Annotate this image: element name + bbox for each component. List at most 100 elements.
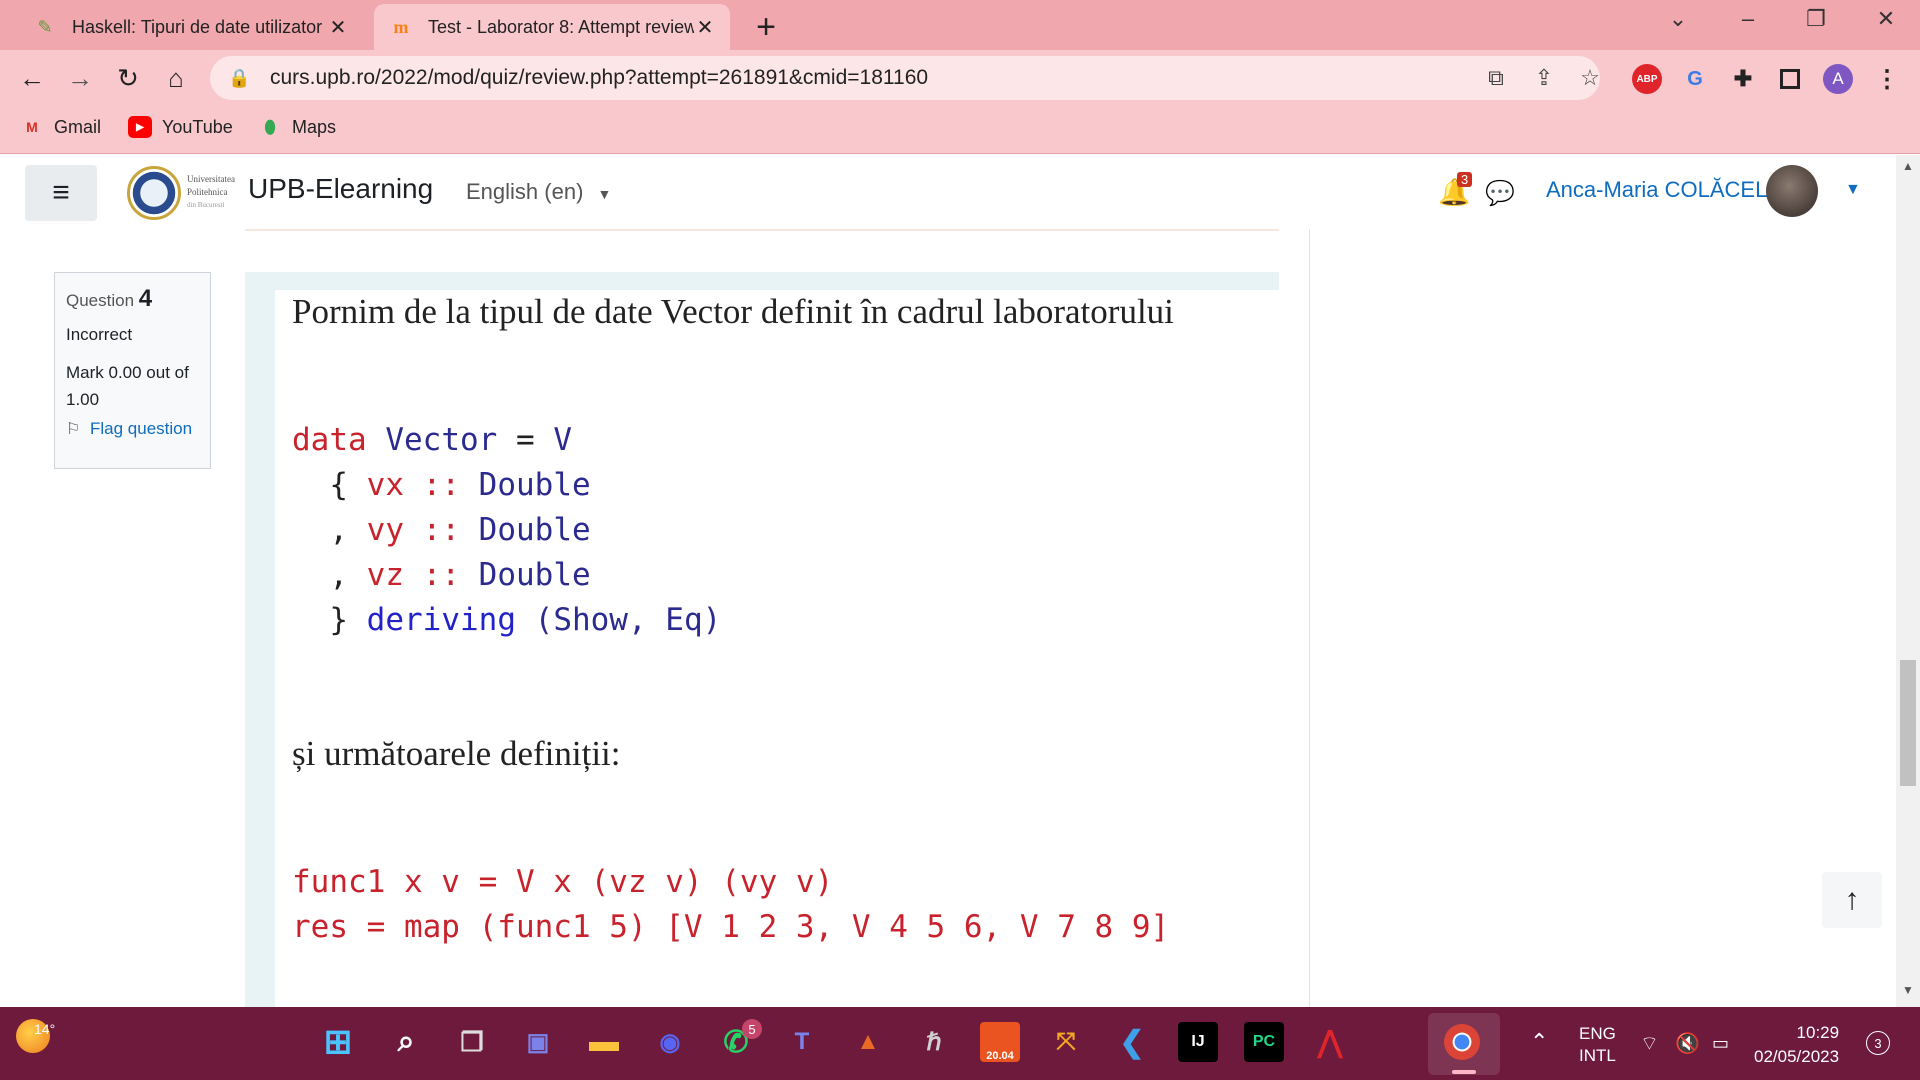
code-line: { vx :: Double (292, 467, 590, 503)
close-window-button[interactable]: ✕ (1866, 6, 1906, 32)
user-avatar[interactable] (1766, 165, 1818, 217)
language-label: English (en) (466, 179, 584, 204)
bookmark-label: YouTube (162, 116, 233, 137)
address-bar[interactable]: 🔒 curs.upb.ro/2022/mod/quiz/review.php?a… (210, 56, 1600, 100)
close-icon[interactable]: ✕ (327, 15, 349, 40)
reload-button[interactable]: ↻ (110, 60, 146, 96)
gitkraken-icon[interactable]: ℏ (914, 1022, 954, 1062)
previous-question-bottom (245, 229, 1279, 231)
moodle-icon: m (393, 16, 409, 37)
tab-title: Haskell: Tipuri de date utilizator | (72, 16, 327, 37)
user-name[interactable]: Anca-Maria COLĂCEL (1546, 177, 1767, 203)
moodle-navbar: ≡ Universitatea Politehnica din Bucurest… (0, 155, 1896, 229)
bookmark-youtube[interactable]: ▶ YouTube (128, 116, 233, 138)
show-hidden-icons-chevron[interactable]: ⌃ (1530, 1029, 1548, 1055)
punct: , (329, 557, 348, 593)
code-line: } deriving (Show, Eq) (292, 602, 721, 638)
lock-icon: 🔒 (228, 67, 251, 88)
tab-quiz-review[interactable]: m Test - Laborator 8: Attempt review ✕ (374, 4, 730, 50)
logo-line: Universitatea (187, 174, 235, 184)
task-view-icon[interactable]: ❐ (452, 1022, 492, 1062)
close-icon[interactable]: ✕ (694, 15, 716, 40)
bookmark-star-icon[interactable]: ☆ (1576, 64, 1604, 92)
pycharm-icon[interactable]: PC (1244, 1022, 1284, 1062)
windows-start-icon[interactable]: ⊞ (318, 1022, 358, 1062)
punct: , (329, 512, 348, 548)
scroll-thumb[interactable] (1900, 660, 1916, 786)
minimize-button[interactable]: – (1728, 6, 1768, 32)
new-tab-button[interactable]: + (748, 8, 784, 47)
share-icon[interactable]: ⇪ (1530, 64, 1558, 92)
question-mid-text: și următoarele definiții: (292, 734, 621, 773)
discord-icon[interactable]: ◉ (650, 1022, 690, 1062)
messages-icon[interactable]: 💬 (1485, 179, 1515, 208)
google-translate-icon[interactable]: G (1680, 64, 1710, 94)
logo-line: Politehnica (187, 187, 228, 197)
site-name-link[interactable]: UPB-Elearning (248, 173, 433, 205)
teams-chat-icon[interactable]: ▣ (518, 1022, 558, 1062)
question-text-image: Pornim de la tipul de date Vector defini… (275, 290, 1309, 1007)
forward-button[interactable]: → (62, 60, 98, 96)
question-intro-text: Pornim de la tipul de date Vector defini… (292, 292, 1174, 331)
question-label: Question (66, 291, 135, 310)
tab-title: Test - Laborator 8: Attempt review (428, 16, 694, 37)
profile-avatar[interactable]: A (1823, 64, 1853, 94)
operator: :: (422, 557, 460, 593)
filezilla-icon[interactable]: ⤧ (1046, 1022, 1086, 1062)
field-name: vz (366, 557, 404, 593)
browser-toolbar: ← → ↻ ⌂ 🔒 curs.upb.ro/2022/mod/quiz/revi… (0, 50, 1920, 106)
battery-icon[interactable]: ▭ (1712, 1033, 1729, 1054)
side-panel-icon[interactable] (1780, 69, 1800, 89)
search-icon[interactable]: ⌕ (386, 1022, 426, 1062)
ubuntu-wsl-icon[interactable]: 20.04 (980, 1022, 1020, 1062)
scroll-down-arrow-icon[interactable]: ▼ (1896, 983, 1920, 1003)
arduino-like-icon[interactable]: ⋀ (1310, 1022, 1350, 1062)
translate-icon[interactable]: ⧉ (1482, 64, 1510, 92)
punct: { (329, 467, 348, 503)
func1-definition: func1 x v = V x (vz v) (vy v) (292, 864, 834, 900)
matlab-icon[interactable]: ▲ (848, 1022, 888, 1062)
operator: = (515, 422, 535, 458)
wifi-icon[interactable]: ⌔ (1640, 1031, 1659, 1056)
tab-search-icon[interactable]: ⌄ (1658, 6, 1698, 32)
bookmark-maps[interactable]: ⬮ Maps (258, 116, 336, 138)
menu-kebab-icon[interactable]: ⋮ (1872, 64, 1902, 94)
language-line: ENG (1579, 1024, 1616, 1043)
operator: :: (422, 467, 460, 503)
teams-icon[interactable]: T (782, 1022, 822, 1062)
flag-question-link[interactable]: ⚐ Flag question (66, 419, 199, 439)
language-indicator[interactable]: ENG INTL (1579, 1023, 1616, 1067)
university-logo[interactable] (127, 166, 181, 220)
constructor: V (553, 422, 572, 458)
question-number-row: Question 4 (66, 285, 199, 313)
intellij-icon[interactable]: IJ (1178, 1022, 1218, 1062)
system-clock[interactable]: 10:29 02/05/2023 (1754, 1021, 1839, 1069)
scroll-up-arrow-icon[interactable]: ▲ (1896, 159, 1920, 179)
file-explorer-icon[interactable]: ▬ (584, 1022, 624, 1062)
volume-muted-icon[interactable]: 🔇 (1675, 1031, 1700, 1056)
drawer-toggle-button[interactable]: ≡ (25, 165, 97, 221)
restore-button[interactable]: ❐ (1796, 6, 1836, 32)
adblock-plus-icon[interactable]: ABP (1632, 64, 1662, 94)
extensions-icon[interactable]: ✚ (1728, 64, 1758, 94)
tab-haskell[interactable]: ✎ Haskell: Tipuri de date utilizator | ✕ (18, 4, 363, 50)
caret-down-icon: ▼ (597, 186, 612, 202)
page-content: Question 4 Incorrect Mark 0.00 out of 1.… (0, 229, 1896, 1007)
keyword: deriving (366, 602, 516, 638)
vscode-icon[interactable]: ❮ (1112, 1022, 1152, 1062)
weather-temperature: 14° (34, 1021, 56, 1037)
bookmark-label: Gmail (54, 116, 102, 137)
language-menu[interactable]: English (en) ▼ (466, 179, 611, 205)
bookmarks-bar: M Gmail ▶ YouTube ⬮ Maps (0, 106, 1920, 154)
content-divider (1309, 229, 1310, 1007)
back-button[interactable]: ← (14, 60, 50, 96)
home-button[interactable]: ⌂ (158, 60, 194, 96)
browser-tab-strip: ✎ Haskell: Tipuri de date utilizator | ✕… (0, 0, 1920, 50)
page-scrollbar[interactable]: ▲ ▼ (1896, 155, 1920, 1007)
bookmark-gmail[interactable]: M Gmail (20, 116, 101, 138)
user-menu-caret-icon[interactable]: ▼ (1845, 181, 1861, 199)
notification-center-badge[interactable]: 3 (1866, 1031, 1890, 1055)
back-to-top-button[interactable]: ↑ (1822, 872, 1882, 928)
question-grade: Mark 0.00 out of 1.00 (66, 363, 189, 409)
chrome-icon[interactable] (1444, 1024, 1480, 1060)
